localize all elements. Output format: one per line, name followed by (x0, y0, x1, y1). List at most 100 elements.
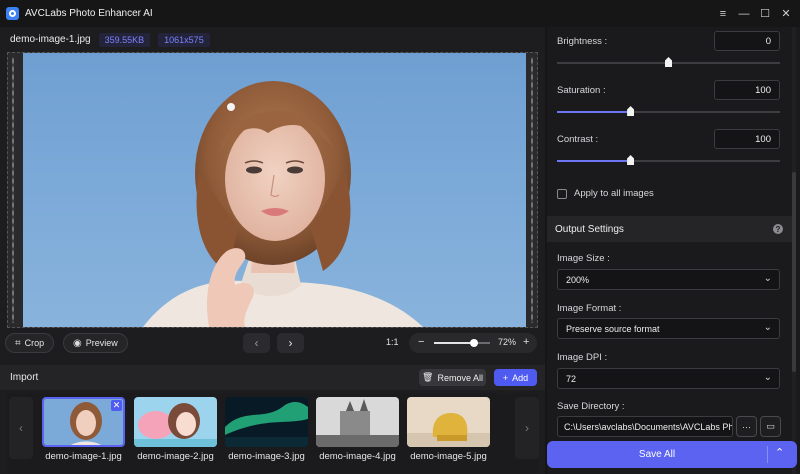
remove-all-button[interactable]: 🗑 Remove All (419, 369, 486, 386)
zoom-slider-fill (434, 342, 475, 344)
image-format-value: Preserve source format (566, 324, 660, 334)
thumbnail-5[interactable] (407, 397, 490, 447)
image-viewer[interactable] (7, 52, 538, 328)
saturation-slider[interactable] (557, 106, 780, 116)
menu-icon[interactable]: ≡ (713, 4, 733, 24)
help-icon[interactable]: ? (773, 224, 783, 234)
remove-thumbnail-icon[interactable]: ✕ (111, 400, 122, 411)
viewer-border-left (12, 57, 14, 323)
add-button[interactable]: + Add (494, 369, 537, 386)
image-format-select[interactable]: Preserve source format ⌄ (557, 318, 780, 339)
viewer-controls: ⌗ Crop ◉ Preview ‹ › 1:1 − 72% + (0, 333, 545, 355)
preview-label: Preview (85, 338, 118, 348)
save-all-button[interactable]: Save All ⌃ (547, 441, 797, 468)
thumbnail-strip: ‹ ✕ demo-image-1.jpg demo-image-2.jpg de… (7, 393, 539, 473)
scroll-right-button[interactable]: › (515, 397, 539, 459)
crop-icon: ⌗ (15, 337, 21, 349)
saturation-input[interactable]: 100 (714, 80, 780, 100)
chevron-right-icon: › (288, 336, 293, 350)
thumbnail-2[interactable] (134, 397, 217, 447)
more-icon: ··· (742, 421, 751, 432)
minimize-icon[interactable]: — (734, 4, 754, 24)
open-folder-button[interactable]: ▭ (760, 416, 781, 437)
more-options-button[interactable]: ··· (736, 416, 757, 437)
apply-to-all-checkbox[interactable] (557, 188, 567, 199)
chevron-up-icon[interactable]: ⌃ (775, 446, 784, 459)
maximize-icon[interactable]: ☐ (755, 4, 775, 24)
save-directory-value: C:\Users\avclabs\Documents\AVCLabs Photo… (564, 422, 733, 432)
thumbnail-4[interactable] (316, 397, 399, 447)
eye-icon: ◉ (73, 337, 82, 349)
chevron-left-icon: ‹ (254, 336, 259, 350)
import-title: Import (10, 372, 39, 383)
viewer-border-right (531, 57, 533, 323)
image-size-select[interactable]: 200% ⌄ (557, 269, 780, 290)
thumbnail-3[interactable] (225, 397, 308, 447)
zoom-slider-handle[interactable] (470, 339, 479, 347)
chevron-down-icon: ⌄ (763, 372, 772, 383)
thumbnail-1[interactable]: ✕ (42, 397, 125, 447)
brightness-slider[interactable] (557, 57, 780, 67)
settings-scrollbar[interactable] (792, 27, 796, 474)
image-format-label: Image Format : (557, 303, 622, 314)
chevron-down-icon: ⌄ (763, 322, 772, 333)
contrast-slider[interactable] (557, 155, 780, 165)
chevron-right-icon: › (525, 421, 529, 435)
output-settings-title: Output Settings (555, 224, 624, 235)
next-image-button[interactable]: › (277, 333, 304, 353)
saturation-slider-handle[interactable] (627, 106, 635, 116)
add-label: Add (512, 372, 529, 383)
image-dpi-value: 72 (566, 374, 577, 384)
previous-image-button[interactable]: ‹ (243, 333, 270, 353)
crop-button[interactable]: ⌗ Crop (5, 333, 55, 353)
contrast-label: Contrast : (557, 134, 599, 145)
image-size-label: Image Size : (557, 253, 610, 264)
contrast-slider-fill (557, 160, 631, 162)
output-settings-header: Output Settings ? (547, 216, 792, 242)
crop-label: Crop (24, 338, 45, 348)
brightness-input[interactable]: 0 (714, 31, 780, 51)
image-dpi-select[interactable]: 72 ⌄ (557, 368, 780, 389)
brightness-slider-handle[interactable] (665, 57, 672, 67)
title-bar: AVCLabs Photo Enhancer AI ≡ — ☐ ✕ (0, 0, 800, 27)
window-controls: ≡ — ☐ ✕ (712, 0, 796, 27)
image-dpi-label: Image DPI : (557, 352, 608, 363)
zoom-control: − 72% + (409, 333, 537, 353)
zoom-slider[interactable] (434, 339, 490, 347)
app-title: AVCLabs Photo Enhancer AI (25, 8, 153, 19)
plus-icon: + (502, 372, 509, 383)
trash-icon: 🗑 (422, 372, 434, 382)
file-dimensions-badge: 1061x575 (158, 32, 210, 47)
contrast-input[interactable]: 100 (714, 129, 780, 149)
remove-all-label: Remove All (437, 372, 483, 383)
chevron-down-icon: ⌄ (763, 273, 772, 284)
thumbnail-5-label: demo-image-5.jpg (410, 451, 487, 462)
import-header: Import 🗑 Remove All + Add (0, 365, 545, 390)
folder-icon: ▭ (766, 421, 775, 431)
zoom-value: 72% (498, 337, 517, 347)
chevron-left-icon: ‹ (19, 421, 23, 435)
workspace-panel: demo-image-1.jpg 359.55KB 1061x575 ⌗ Cro… (0, 27, 545, 474)
preview-button[interactable]: ◉ Preview (63, 333, 128, 353)
save-directory-label: Save Directory : (557, 401, 625, 412)
file-name: demo-image-1.jpg (10, 34, 91, 45)
thumbnail-1-label: demo-image-1.jpg (45, 451, 122, 462)
save-all-label: Save All (638, 449, 676, 460)
apply-to-all-option[interactable]: Apply to all images (557, 188, 654, 199)
brightness-label: Brightness : (557, 36, 608, 47)
zoom-in-icon[interactable]: + (523, 336, 529, 348)
portrait-photo (23, 53, 526, 327)
scroll-left-button[interactable]: ‹ (9, 397, 33, 459)
saturation-label: Saturation : (557, 85, 606, 96)
settings-panel: Brightness : 0 Saturation : 100 Contrast… (547, 27, 800, 474)
thumbnail-2-label: demo-image-2.jpg (137, 451, 214, 462)
save-directory-input[interactable]: C:\Users\avclabs\Documents\AVCLabs Photo… (557, 416, 733, 437)
close-icon[interactable]: ✕ (776, 4, 796, 24)
contrast-slider-handle[interactable] (627, 155, 635, 165)
zoom-out-icon[interactable]: − (418, 336, 424, 348)
scrollbar-thumb[interactable] (792, 172, 796, 372)
actual-size-button[interactable]: 1:1 (386, 337, 399, 347)
thumbnail-3-label: demo-image-3.jpg (228, 451, 305, 462)
thumbnail-4-label: demo-image-4.jpg (319, 451, 396, 462)
apply-to-all-label: Apply to all images (574, 188, 654, 199)
